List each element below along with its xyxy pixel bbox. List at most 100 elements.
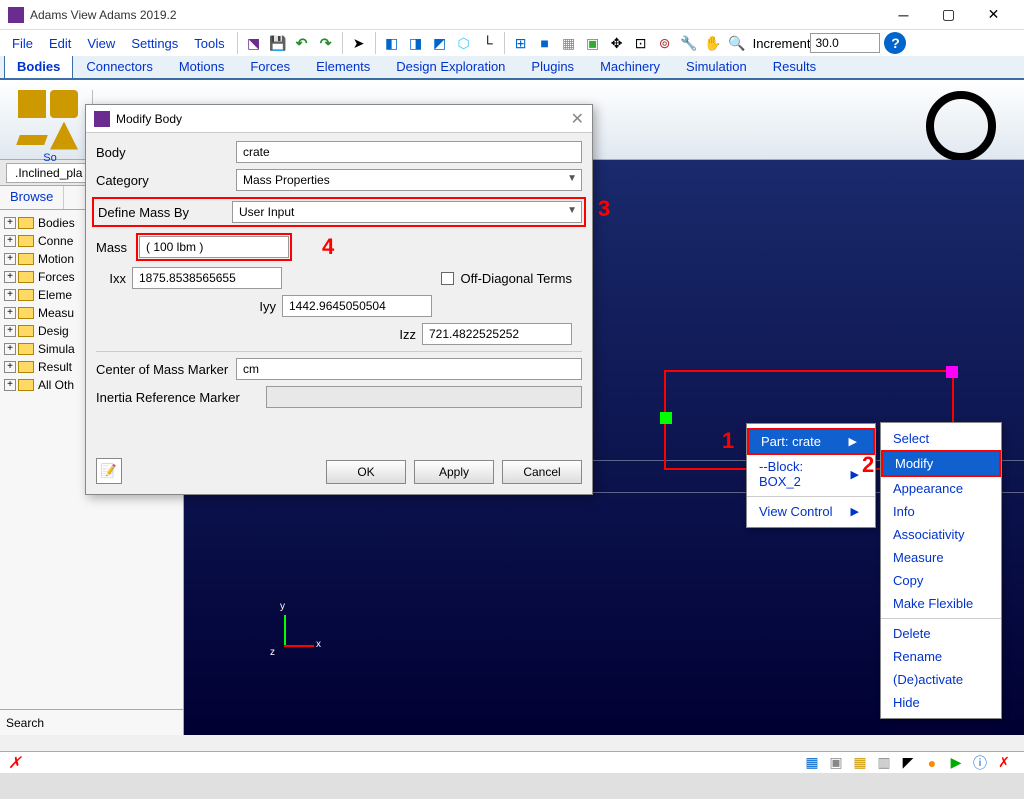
box-icon[interactable]: ▣: [582, 32, 604, 54]
ribbon-tabs: Bodies Connectors Motions Forces Element…: [0, 56, 1024, 80]
status-icon-5[interactable]: ◤: [898, 754, 918, 772]
ixx-field[interactable]: 1875.8538565655: [132, 267, 282, 289]
iyy-field[interactable]: 1442.9645050504: [282, 295, 432, 317]
ctx-block-box2[interactable]: --Block: BOX_2▶: [747, 455, 875, 493]
ctx-select[interactable]: Select: [881, 427, 1001, 450]
color-icon[interactable]: ■: [534, 32, 556, 54]
ctx-deactivate[interactable]: (De)activate: [881, 668, 1001, 691]
com-marker-field[interactable]: cm: [236, 358, 582, 380]
menu-settings[interactable]: Settings: [123, 33, 186, 54]
mass-field[interactable]: ( 100 lbm ): [139, 236, 289, 258]
inertia-ref-field[interactable]: [266, 386, 582, 408]
save-icon[interactable]: 💾: [267, 32, 289, 54]
maximize-button[interactable]: ▢: [926, 0, 971, 30]
increment-input[interactable]: [810, 33, 880, 53]
tab-connectors[interactable]: Connectors: [73, 54, 165, 78]
help-icon[interactable]: ?: [884, 32, 906, 54]
category-dropdown[interactable]: Mass Properties: [236, 169, 582, 191]
status-icon-6[interactable]: ●: [922, 754, 942, 772]
tab-results[interactable]: Results: [760, 54, 829, 78]
ixx-label: Ixx: [96, 271, 126, 286]
define-mass-by-label: Define Mass By: [96, 205, 232, 220]
cone-solid-icon[interactable]: [50, 122, 78, 150]
apply-button[interactable]: Apply: [414, 460, 494, 484]
tab-motions[interactable]: Motions: [166, 54, 238, 78]
ctx-part-crate[interactable]: Part: crate▶: [747, 428, 875, 455]
ctx-view-control[interactable]: View Control▶: [747, 500, 875, 523]
tab-forces[interactable]: Forces: [237, 54, 303, 78]
view-cube1-icon[interactable]: ◧: [381, 32, 403, 54]
ctx-info[interactable]: Info: [881, 500, 1001, 523]
izz-field[interactable]: 721.4822525252: [422, 323, 572, 345]
annotation-3: 3: [598, 196, 610, 222]
new-icon[interactable]: ⬔: [243, 32, 265, 54]
axis-icon[interactable]: └: [477, 32, 499, 54]
status-icon-2[interactable]: ▣: [826, 754, 846, 772]
menu-edit[interactable]: Edit: [41, 33, 79, 54]
hand-icon[interactable]: ✋: [702, 32, 724, 54]
status-icon-9[interactable]: ✗: [994, 754, 1014, 772]
context-menu-primary: Part: crate▶ --Block: BOX_2▶ View Contro…: [746, 423, 876, 528]
search-label: Search: [6, 716, 44, 730]
ctx-appearance[interactable]: Appearance: [881, 477, 1001, 500]
minimize-button[interactable]: ─: [881, 0, 926, 30]
dialog-close-icon[interactable]: ✕: [571, 109, 584, 129]
com-marker-label: Center of Mass Marker: [96, 362, 236, 377]
ctx-associativity[interactable]: Associativity: [881, 523, 1001, 546]
grid1-icon[interactable]: ⊞: [510, 32, 532, 54]
crate-marker[interactable]: [660, 412, 672, 424]
tab-elements[interactable]: Elements: [303, 54, 383, 78]
body-field[interactable]: crate: [236, 141, 582, 163]
tab-design-exploration[interactable]: Design Exploration: [383, 54, 518, 78]
tab-machinery[interactable]: Machinery: [587, 54, 673, 78]
zoom-icon[interactable]: 🔍: [726, 32, 748, 54]
window-titlebar: Adams View Adams 2019.2 ─ ▢ ✕: [0, 0, 1024, 30]
tab-plugins[interactable]: Plugins: [518, 54, 587, 78]
close-button[interactable]: ✕: [971, 0, 1016, 30]
view-cube4-icon[interactable]: ⬡: [453, 32, 475, 54]
status-icon-1[interactable]: ▦: [802, 754, 822, 772]
offdiag-checkbox[interactable]: [441, 272, 454, 285]
cancel-button[interactable]: Cancel: [502, 460, 582, 484]
cancel-op-icon[interactable]: ✗: [8, 753, 21, 773]
ctx-hide[interactable]: Hide: [881, 691, 1001, 714]
dotbox-icon[interactable]: ⊡: [630, 32, 652, 54]
dialog-edit-icon[interactable]: 📝: [96, 458, 122, 484]
status-icon-7[interactable]: ▶: [946, 754, 966, 772]
grid2-icon[interactable]: ▦: [558, 32, 580, 54]
ok-button[interactable]: OK: [326, 460, 406, 484]
ctx-modify[interactable]: Modify: [881, 450, 1001, 477]
undo-icon[interactable]: ↶: [291, 32, 313, 54]
move-icon[interactable]: ✥: [606, 32, 628, 54]
define-mass-by-dropdown[interactable]: User Input: [232, 201, 582, 223]
view-cube2-icon[interactable]: ◨: [405, 32, 427, 54]
ctx-measure[interactable]: Measure: [881, 546, 1001, 569]
target-icon[interactable]: ⊚: [654, 32, 676, 54]
cylinder-solid-icon[interactable]: [50, 90, 78, 118]
crate-handle[interactable]: [946, 366, 958, 378]
dialog-title: Modify Body: [116, 112, 571, 126]
model-path[interactable]: .Inclined_pla: [6, 163, 91, 183]
menu-view[interactable]: View: [79, 33, 123, 54]
ctx-rename[interactable]: Rename: [881, 645, 1001, 668]
tab-simulation[interactable]: Simulation: [673, 54, 760, 78]
dialog-titlebar: Modify Body ✕: [86, 105, 592, 133]
view-cube3-icon[interactable]: ◩: [429, 32, 451, 54]
box-solid-icon[interactable]: [18, 90, 46, 118]
link-solid-icon[interactable]: [16, 135, 48, 145]
ctx-copy[interactable]: Copy: [881, 569, 1001, 592]
browse-tab[interactable]: Browse: [0, 186, 64, 209]
menu-file[interactable]: File: [4, 33, 41, 54]
status-icon-3[interactable]: ▦: [850, 754, 870, 772]
status-icon-4[interactable]: ▥: [874, 754, 894, 772]
status-icon-8[interactable]: ⓘ: [970, 754, 990, 772]
wrench-icon[interactable]: 🔧: [678, 32, 700, 54]
ctx-make-flexible[interactable]: Make Flexible: [881, 592, 1001, 615]
separator: [375, 32, 376, 54]
bottom-bar: [0, 773, 1024, 799]
ctx-delete[interactable]: Delete: [881, 622, 1001, 645]
redo-icon[interactable]: ↷: [315, 32, 337, 54]
menu-tools[interactable]: Tools: [186, 33, 232, 54]
select-icon[interactable]: ➤: [348, 32, 370, 54]
tab-bodies[interactable]: Bodies: [4, 54, 73, 78]
